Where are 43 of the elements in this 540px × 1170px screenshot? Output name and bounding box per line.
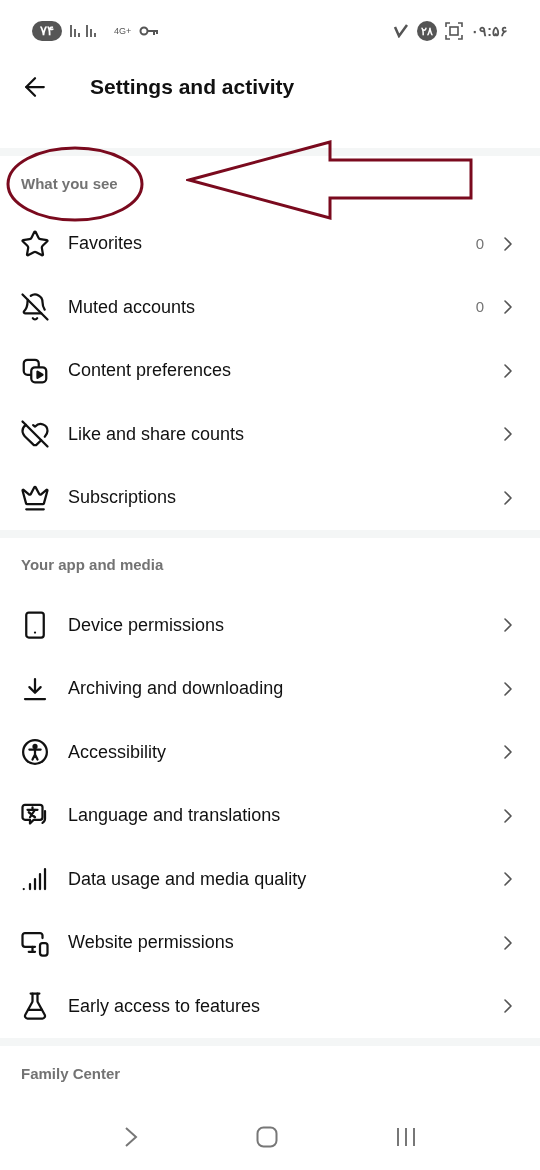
crossed-heart-icon: [20, 419, 50, 450]
item-label: Favorites: [68, 232, 144, 256]
clock: ۰۹:۵۶: [471, 21, 508, 41]
item-label: Website permissions: [68, 931, 235, 955]
settings-item[interactable]: Muted accounts 0: [0, 275, 540, 339]
check-icon: [393, 24, 410, 38]
item-count: 0: [475, 297, 484, 317]
item-label: Data usage and media quality: [68, 867, 308, 891]
item-label: Muted accounts: [68, 295, 197, 319]
key-icon: [139, 25, 160, 37]
item-label: Device permissions: [68, 613, 226, 637]
settings-item[interactable]: Favorites 0: [0, 212, 540, 276]
item-label: Like and share counts: [68, 422, 246, 446]
battery-indicator: ۷۴: [32, 21, 62, 41]
screenshot-icon: [445, 22, 464, 40]
settings-item[interactable]: Like and share counts: [0, 402, 540, 466]
section-heading: Your app and media: [21, 555, 164, 576]
settings-item[interactable]: Data usage and media quality: [0, 847, 540, 911]
home-nav-icon[interactable]: [256, 1126, 278, 1148]
muted-bell-icon: [20, 292, 50, 323]
settings-item[interactable]: Language and translations: [0, 784, 540, 848]
settings-item[interactable]: Accessibility: [0, 720, 540, 784]
settings-item[interactable]: Archiving and downloading: [0, 657, 540, 721]
settings-item[interactable]: Subscriptions: [0, 466, 540, 530]
item-label: Subscriptions: [68, 486, 178, 510]
item-label: Language and translations: [68, 804, 282, 828]
settings-item[interactable]: Early access to features: [0, 974, 540, 1038]
item-label: Content preferences: [68, 359, 233, 383]
settings-item[interactable]: Website permissions: [0, 911, 540, 975]
recents-nav-icon[interactable]: [395, 1126, 418, 1148]
section-heading: Family Center: [21, 1063, 121, 1084]
item-count: 0: [475, 233, 484, 254]
settings-item[interactable]: Device permissions: [0, 593, 540, 657]
section-heading: What you see: [21, 173, 118, 194]
item-label: Archiving and downloading: [68, 677, 285, 701]
settings-item[interactable]: Content preferences: [0, 339, 540, 403]
item-label: Early access to features: [68, 994, 262, 1018]
network-label: 4G+: [114, 26, 132, 36]
star-icon: [20, 228, 50, 259]
page-title: Settings and activity: [90, 74, 295, 101]
accessibility-icon: [20, 737, 50, 768]
notification-badge: ۲۸: [417, 21, 438, 41]
item-label: Accessibility: [68, 740, 168, 764]
